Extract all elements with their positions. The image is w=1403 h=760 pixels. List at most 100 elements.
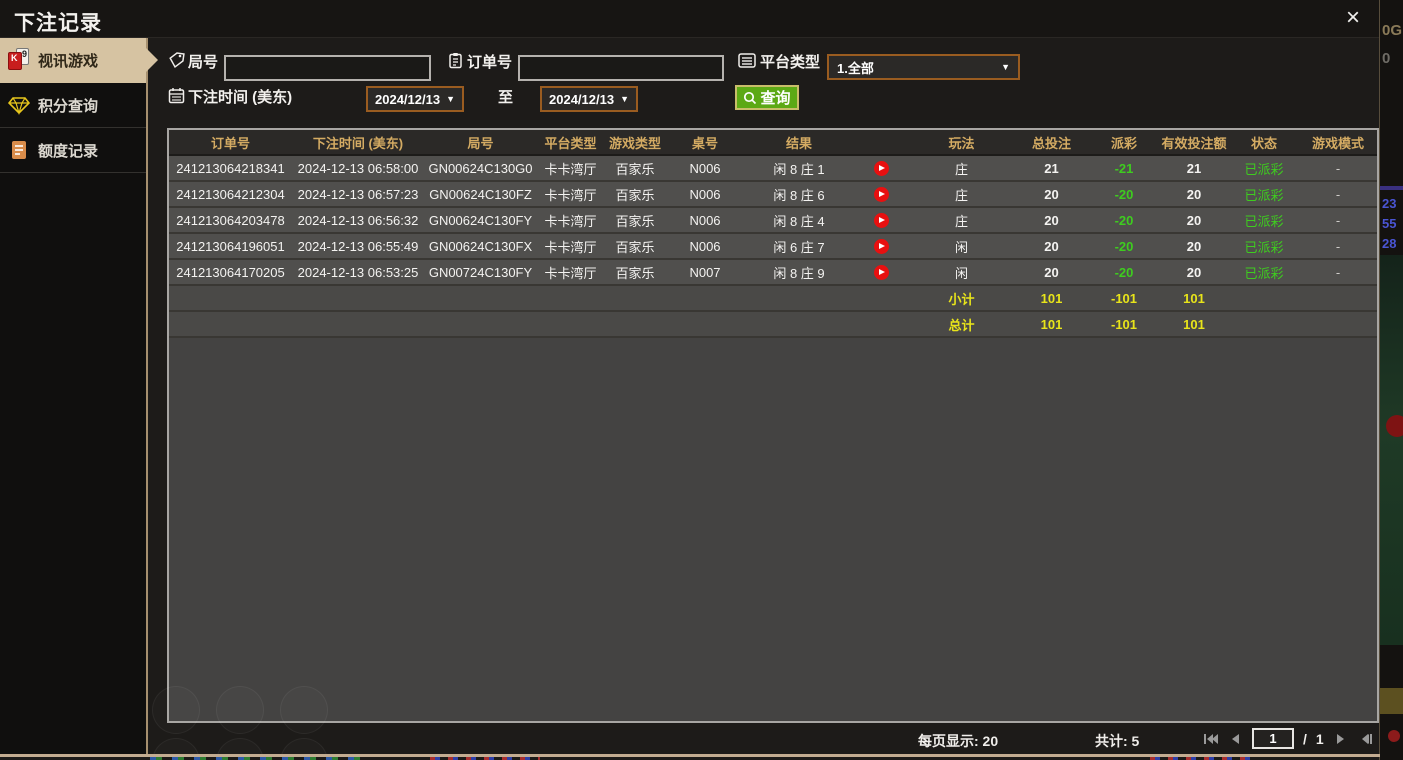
page-separator: / <box>1303 730 1307 747</box>
subtotal-payout: -101 <box>1110 290 1138 306</box>
cell-play: 闲 <box>954 239 968 255</box>
cell-valid-bet: 20 <box>1186 212 1202 228</box>
grand-total-total-bet: 101 <box>1040 316 1063 332</box>
cell-game-type: 百家乐 <box>615 187 655 203</box>
sidebar-item-video-games[interactable]: 9 K 视讯游戏 <box>0 38 146 83</box>
cell-status: 已派彩 <box>1244 213 1284 229</box>
grand-total-label: 总计 <box>948 317 975 333</box>
cell-result: 闲 8 庄 1 <box>773 161 825 177</box>
cell-order-no: 241213064196051 <box>176 238 285 254</box>
search-button[interactable]: 查询 <box>735 85 799 110</box>
search-button-label: 查询 <box>760 90 791 107</box>
play-circle-icon[interactable] <box>874 264 889 280</box>
underlay-red-dot <box>1388 730 1400 742</box>
underlay-red-shape <box>1386 415 1403 437</box>
clipboard-icon <box>447 52 464 69</box>
cell-mode: - <box>1335 186 1341 202</box>
order-no-label: 订单号 <box>467 54 513 71</box>
play-circle-icon[interactable] <box>874 212 889 228</box>
col-header: 游戏模式 <box>1311 135 1364 151</box>
cell-round-no: GN00624C130G0 <box>428 160 533 176</box>
underlay-ghost-circle <box>216 686 264 734</box>
underlay-divider <box>1380 186 1403 190</box>
cell-platform: 卡卡湾厅 <box>544 161 597 177</box>
prev-page-icon[interactable] <box>1227 731 1243 747</box>
cell-order-no: 241213064218341 <box>176 160 285 176</box>
col-header: 总投注 <box>1031 135 1071 151</box>
cell-result: 闲 6 庄 7 <box>773 239 825 255</box>
sidebar-item-quota-records[interactable]: 额度记录 <box>0 128 146 173</box>
cell-play: 庄 <box>954 161 968 177</box>
date-to-value: 2024/12/13 <box>549 91 615 107</box>
date-range-to-label: 至 <box>498 89 514 106</box>
last-page-icon[interactable] <box>1358 731 1374 747</box>
cell-bet-time: 2024-12-13 06:57:23 <box>297 186 419 202</box>
cell-result: 闲 8 庄 6 <box>773 187 825 203</box>
grand-total-row: 总计 101 -101 101 <box>169 312 1377 338</box>
cell-platform: 卡卡湾厅 <box>544 213 597 229</box>
total-count-label: 共计: 5 <box>1095 733 1140 749</box>
cell-round-no: GN00624C130FX <box>428 238 533 254</box>
underlay-gold-shape <box>1380 688 1403 714</box>
cell-order-no: 241213064203478 <box>176 212 285 228</box>
cell-table-no: N006 <box>689 160 721 176</box>
round-no-input[interactable] <box>224 55 431 81</box>
pagination-bar: 每页显示: 20 共计: 5 / 1 <box>150 726 1380 754</box>
first-page-icon[interactable] <box>1202 731 1218 747</box>
sidebar-item-label: 额度记录 <box>38 142 99 160</box>
underlay-table-felt <box>1380 255 1403 645</box>
chevron-down-icon: ▼ <box>1001 62 1010 72</box>
cell-game-type: 百家乐 <box>615 265 655 281</box>
cell-play: 闲 <box>954 265 968 281</box>
platform-type-value: 1.全部 <box>837 60 874 76</box>
underlay-text: 55 <box>1382 216 1397 231</box>
cell-total-bet: 21 <box>1044 160 1059 176</box>
play-circle-icon[interactable] <box>874 160 889 176</box>
cell-game-type: 百家乐 <box>615 239 655 255</box>
date-from-value: 2024/12/13 <box>375 91 441 107</box>
order-no-input[interactable] <box>518 55 724 81</box>
cell-payout: -20 <box>1114 186 1134 202</box>
cell-valid-bet: 20 <box>1186 264 1202 280</box>
screen: 0G 0 23 55 28 下注记录 × 9 K 视讯游戏 积分查询 额度记录 … <box>0 0 1403 760</box>
cell-table-no: N006 <box>689 212 721 228</box>
background-page-strip: 0G 0 23 55 28 <box>1380 0 1403 760</box>
underlay-text: 28 <box>1382 236 1397 251</box>
sidebar-item-points-query[interactable]: 积分查询 <box>0 83 146 128</box>
close-icon[interactable]: × <box>1339 4 1367 32</box>
cell-payout: -20 <box>1114 264 1134 280</box>
cell-mode: - <box>1335 264 1341 280</box>
next-page-icon[interactable] <box>1333 731 1349 747</box>
chevron-down-icon: ▼ <box>620 94 629 104</box>
underlay-text: 23 <box>1382 196 1397 211</box>
cell-status: 已派彩 <box>1244 187 1284 203</box>
platform-type-select[interactable]: 1.全部 ▼ <box>827 54 1020 80</box>
play-circle-icon[interactable] <box>874 238 889 254</box>
cell-bet-time: 2024-12-13 06:56:32 <box>297 212 419 228</box>
col-header: 玩法 <box>948 135 975 151</box>
cell-platform: 卡卡湾厅 <box>544 239 597 255</box>
chevron-down-icon: ▼ <box>446 94 455 104</box>
cell-round-no: GN00624C130FZ <box>429 186 532 202</box>
magnifier-icon <box>743 91 757 105</box>
cell-total-bet: 20 <box>1044 212 1059 228</box>
col-header: 平台类型 <box>544 135 597 151</box>
cell-platform: 卡卡湾厅 <box>544 265 597 281</box>
cell-table-no: N006 <box>689 238 721 254</box>
page-number-input[interactable] <box>1252 728 1294 749</box>
col-header: 派彩 <box>1110 135 1137 151</box>
sidebar: 9 K 视讯游戏 积分查询 额度记录 <box>0 38 148 754</box>
cell-total-bet: 20 <box>1044 186 1059 202</box>
cell-round-no: GN00624C130FY <box>428 212 533 228</box>
dialog-titlebar: 下注记录 × <box>0 0 1379 38</box>
date-from-select[interactable]: 2024/12/13 ▼ <box>366 86 464 112</box>
cell-total-bet: 20 <box>1044 238 1059 254</box>
date-to-select[interactable]: 2024/12/13 ▼ <box>540 86 638 112</box>
cell-game-type: 百家乐 <box>615 161 655 177</box>
bet-records-table: 订单号 下注时间 (美东) 局号 平台类型 游戏类型 桌号 结果 玩法 总投注 … <box>167 128 1379 723</box>
gem-icon <box>8 94 30 116</box>
cell-order-no: 241213064170205 <box>176 264 285 280</box>
cell-result: 闲 8 庄 9 <box>773 265 825 281</box>
cell-order-no: 241213064212304 <box>176 186 285 202</box>
play-circle-icon[interactable] <box>874 186 889 202</box>
